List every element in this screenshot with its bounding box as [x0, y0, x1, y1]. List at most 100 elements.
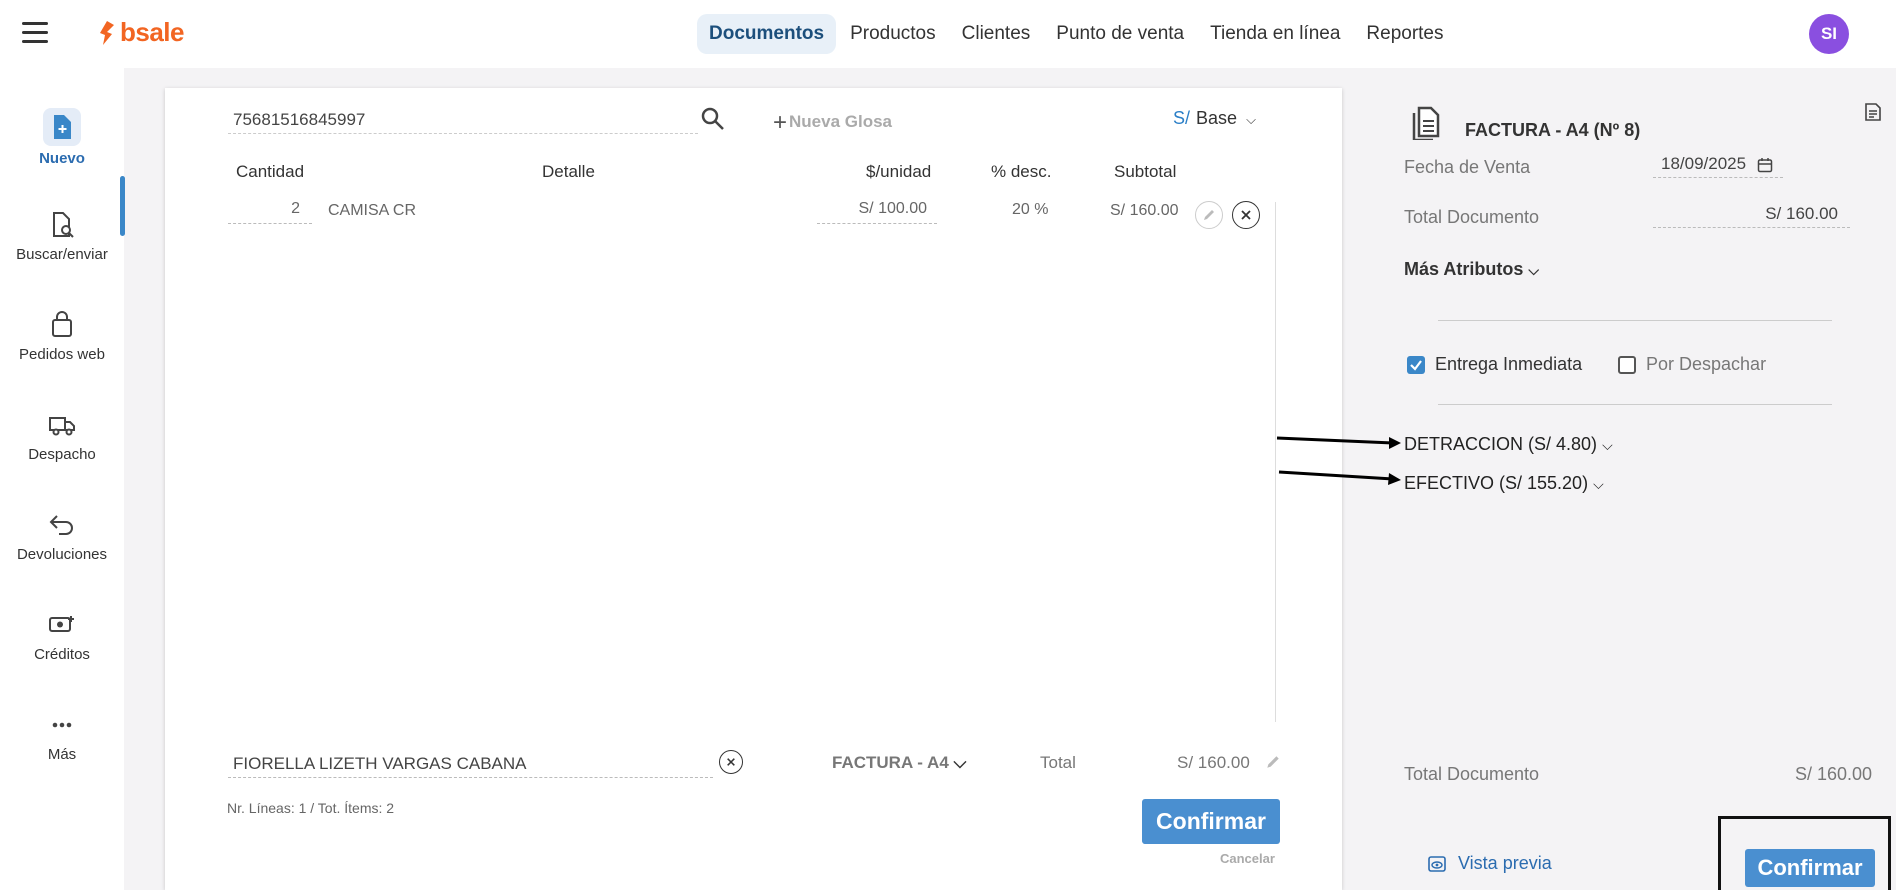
- sidebar-item-despacho[interactable]: Despacho: [0, 410, 124, 463]
- sidebar-item-nuevo[interactable]: Nuevo: [0, 108, 124, 167]
- total-value: S/ 160.00: [1177, 753, 1250, 772]
- shopping-bag-icon: [52, 311, 72, 337]
- currency-symbol: S/: [1173, 108, 1191, 128]
- logo-mark-icon: [100, 20, 114, 45]
- nueva-glosa-button[interactable]: + Nueva Glosa: [773, 109, 892, 137]
- sidebar-item-creditos[interactable]: Créditos: [0, 610, 124, 663]
- document-card: 75681516845997 + Nueva Glosa S/Base ⌵ Can…: [165, 88, 1342, 890]
- col-header-subtotal: Subtotal: [1114, 162, 1177, 181]
- col-header-detalle: Detalle: [542, 162, 595, 181]
- mas-atributos-toggle[interactable]: Más Atributos ⌵: [1404, 259, 1539, 280]
- unit-price-input[interactable]: S/ 100.00: [817, 200, 937, 224]
- vista-previa-label: Vista previa: [1458, 853, 1552, 873]
- detraccion-toggle[interactable]: DETRACCION (S/ 4.80) ⌵: [1404, 434, 1613, 455]
- bottom-total-label: Total Documento: [1404, 764, 1540, 784]
- pencil-icon: [1204, 210, 1214, 220]
- sidebar-item-label: Más: [47, 746, 77, 763]
- mas-atributos-label: Más Atributos: [1404, 259, 1524, 279]
- doc-type-label: FACTURA - A4: [832, 753, 949, 772]
- detraccion-label: DETRACCION (S/ 4.80): [1404, 434, 1598, 454]
- total-label: Total: [1040, 753, 1076, 772]
- currency-base: Base: [1196, 108, 1238, 128]
- sidebar-item-label: Buscar/enviar: [16, 246, 108, 263]
- fecha-value: 18/09/2025: [1661, 154, 1747, 173]
- credit-card-icon: [49, 616, 74, 632]
- sidebar-item-devoluciones[interactable]: Devoluciones: [0, 510, 124, 563]
- sidebar-item-buscar-enviar[interactable]: Buscar/enviar: [0, 210, 124, 263]
- pencil-icon[interactable]: [1265, 754, 1281, 770]
- sidebar-item-label: Devoluciones: [16, 546, 108, 563]
- calendar-icon[interactable]: [1757, 157, 1773, 173]
- total-documento-label: Total Documento: [1404, 207, 1540, 227]
- nav-documentos[interactable]: Documentos: [697, 14, 837, 54]
- nav-reportes[interactable]: Reportes: [1354, 14, 1455, 54]
- notes-icon[interactable]: [1864, 102, 1882, 122]
- bsale-logo[interactable]: bsale: [98, 17, 185, 48]
- detail-cell: CAMISA CR: [328, 202, 417, 219]
- main-nav: Documentos Productos Clientes Punto de v…: [697, 14, 1458, 54]
- client-input[interactable]: FIORELLA LIZETH VARGAS CABANA: [228, 752, 713, 778]
- sidebar-item-pedidos-web[interactable]: Pedidos web: [0, 310, 124, 363]
- subtotal-cell: S/ 160.00: [1110, 202, 1179, 219]
- discount-cell[interactable]: 20 %: [1012, 201, 1048, 219]
- nav-clientes[interactable]: Clientes: [950, 14, 1043, 54]
- sidebar: Nuevo Buscar/enviar Pedidos web Despacho…: [0, 68, 125, 890]
- nav-productos[interactable]: Productos: [838, 14, 948, 54]
- lines-summary: Nr. Líneas: 1 / Tot. Ítems: 2: [227, 800, 395, 816]
- edit-row-button[interactable]: [1195, 201, 1223, 229]
- menu-icon[interactable]: [22, 22, 48, 44]
- entrega-inmediata-checkbox[interactable]: [1407, 356, 1425, 374]
- por-despachar-checkbox[interactable]: [1618, 356, 1636, 374]
- vista-previa-link[interactable]: Vista previa: [1428, 853, 1552, 874]
- divider: [1438, 404, 1832, 405]
- nueva-glosa-label: Nueva Glosa: [789, 112, 893, 131]
- quantity-input[interactable]: 2: [228, 200, 312, 224]
- efectivo-label: EFECTIVO (S/ 155.20): [1404, 473, 1589, 493]
- clear-client-button[interactable]: [719, 750, 743, 774]
- return-arrow-icon: [49, 515, 73, 535]
- search-document-icon: [53, 212, 74, 238]
- chevron-down-icon: ⌵: [1602, 437, 1613, 453]
- chevron-down-icon: ⌵: [1593, 476, 1604, 492]
- sidebar-item-label: Nuevo: [39, 150, 85, 167]
- currency-selector[interactable]: S/Base ⌵: [1173, 108, 1256, 129]
- truck-icon: [49, 417, 75, 436]
- por-despachar-label: Por Despachar: [1646, 354, 1767, 374]
- close-icon: [1241, 210, 1251, 220]
- col-header-cantidad: Cantidad: [236, 162, 305, 181]
- efectivo-toggle[interactable]: EFECTIVO (S/ 155.20) ⌵: [1404, 473, 1604, 494]
- check-icon: [1410, 360, 1422, 371]
- close-icon: [727, 758, 735, 766]
- new-document-icon: [43, 108, 81, 146]
- nav-tienda-en-linea[interactable]: Tienda en línea: [1198, 14, 1352, 54]
- doc-type-selector[interactable]: FACTURA - A4 ⌵: [832, 753, 966, 773]
- sidebar-item-label: Pedidos web: [19, 346, 105, 363]
- col-header-unit-price: $/unidad: [866, 162, 932, 181]
- bottom-total-value: S/ 160.00: [1795, 764, 1873, 784]
- annotation-arrows: [1276, 436, 1401, 485]
- fecha-label: Fecha de Venta: [1404, 157, 1531, 177]
- more-dots-icon: [52, 722, 72, 728]
- cancel-link[interactable]: Cancelar: [1220, 851, 1275, 866]
- sidebar-item-label: Créditos: [34, 646, 90, 663]
- sidebar-item-mas[interactable]: Más: [0, 710, 124, 763]
- nav-punto-de-venta[interactable]: Punto de venta: [1044, 14, 1196, 54]
- divider: [1438, 320, 1832, 321]
- top-bar: bsale Documentos Productos Clientes Punt…: [0, 0, 1896, 68]
- document-title: FACTURA - A4 (Nº 8): [1465, 120, 1641, 140]
- search-icon[interactable]: [700, 106, 726, 132]
- preview-icon: [1428, 855, 1446, 872]
- chevron-down-icon: ⌵: [953, 753, 967, 772]
- product-search-input[interactable]: 75681516845997: [228, 108, 698, 134]
- confirm-button[interactable]: Confirmar: [1142, 799, 1280, 844]
- plus-icon: +: [773, 109, 788, 136]
- sidebar-item-label: Despacho: [28, 446, 96, 463]
- logo-text: bsale: [120, 17, 185, 47]
- entrega-inmediata-label: Entrega Inmediata: [1435, 354, 1583, 374]
- remove-row-button[interactable]: [1232, 201, 1260, 229]
- chevron-down-icon: ⌵: [1246, 112, 1256, 127]
- col-header-discount: % desc.: [991, 162, 1052, 181]
- annotation-highlight-box: [1718, 816, 1891, 890]
- avatar[interactable]: SI: [1809, 14, 1849, 54]
- total-documento-field: S/ 160.00: [1653, 204, 1850, 228]
